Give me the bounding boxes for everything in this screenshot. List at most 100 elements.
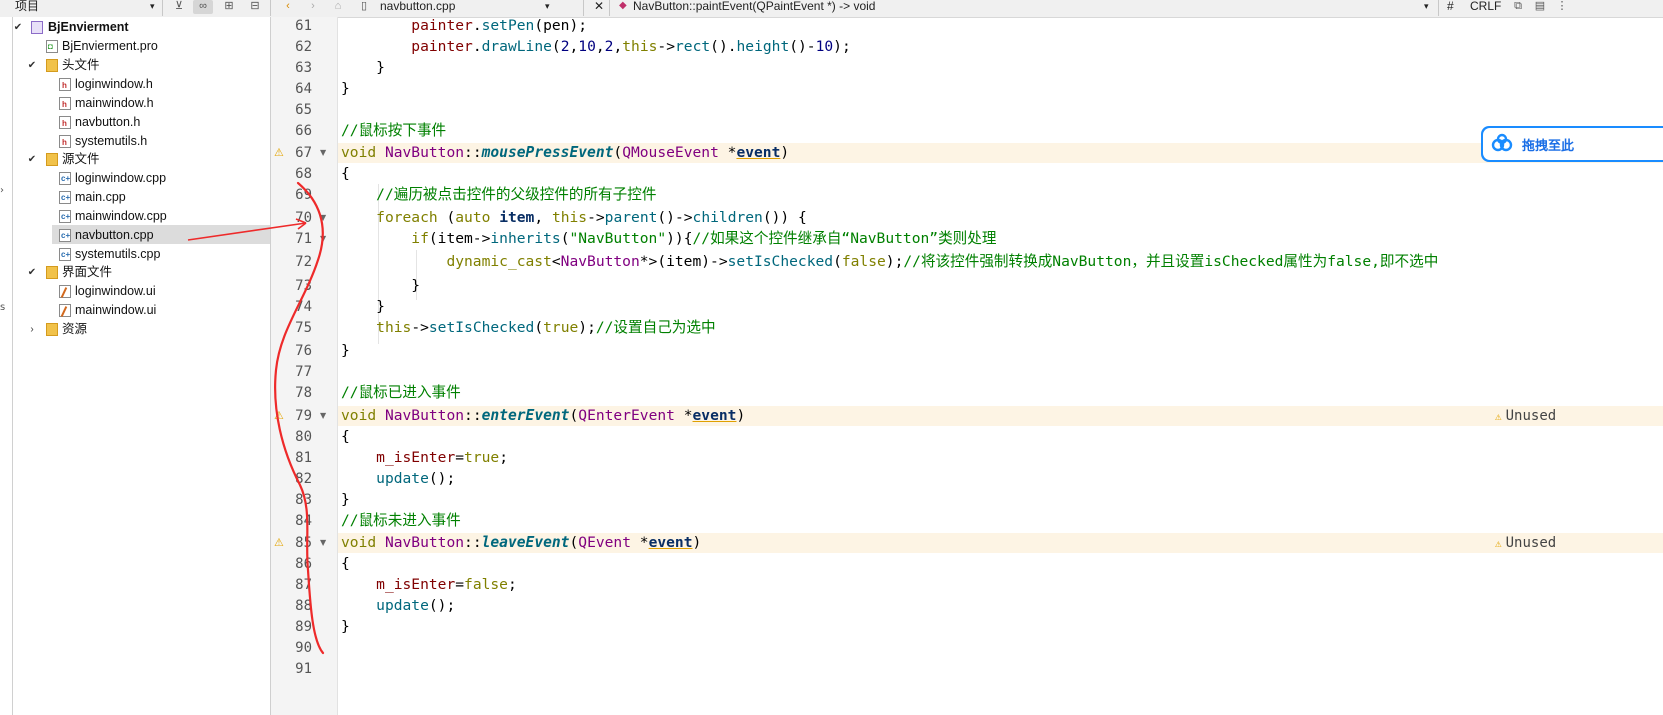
filter-icon[interactable]: ⊻	[171, 0, 187, 14]
project-view-label[interactable]: 项目	[15, 0, 39, 15]
code-token: ->	[411, 319, 429, 336]
fold-marker-icon[interactable]: ▼	[320, 406, 326, 426]
fold-marker-icon[interactable]: ▼	[320, 208, 326, 228]
fold-marker-icon[interactable]: ▼	[320, 533, 326, 553]
code-token: }	[376, 59, 385, 76]
tree-item-label: mainwindow.h	[75, 96, 154, 110]
link-with-editor-icon[interactable]: ∞	[193, 0, 213, 14]
header-file-icon: h	[59, 78, 71, 91]
code-comment: //如果这个控件继承自“NavButton”类则处理	[692, 230, 997, 247]
code-line-73[interactable]: }	[341, 276, 420, 296]
unused-warning[interactable]: ⚠ Unused	[1495, 533, 1556, 553]
code-token: )	[692, 534, 702, 551]
expand-arrow-icon[interactable]: ✔	[26, 150, 38, 169]
code-token: void	[341, 144, 377, 161]
code-token: (	[534, 319, 544, 336]
code-line-78[interactable]: //鼠标已进入事件	[341, 383, 461, 403]
code-line-81[interactable]: m_isEnter=true;	[341, 448, 508, 468]
header-file-icon: h	[59, 116, 71, 129]
close-sidebar-icon[interactable]: ⊟	[247, 0, 263, 14]
open-file-tab[interactable]: navbutton.cpp	[380, 0, 455, 15]
code-line-69[interactable]: //遍历被点击控件的父级控件的所有子控件	[341, 185, 656, 205]
code-token: parent	[604, 209, 658, 226]
close-file-icon[interactable]: ✕	[594, 0, 604, 15]
code-token: ::	[464, 534, 482, 551]
code-line-84[interactable]: //鼠标未进入事件	[341, 511, 461, 531]
code-line-88[interactable]: update();	[341, 596, 455, 616]
fold-marker-icon[interactable]: ▼	[320, 143, 326, 163]
line-ending-selector[interactable]: CRLF	[1470, 0, 1501, 15]
tree-item-label: navbutton.cpp	[75, 228, 154, 242]
code-token: {	[341, 555, 350, 572]
code-line-62[interactable]: painter.drawLine(2,10,2,this->rect().hei…	[341, 37, 851, 57]
code-line-89[interactable]: }	[341, 617, 350, 637]
unused-warning-label: Unused	[1505, 408, 1557, 424]
more-icon[interactable]: ⋮	[1554, 0, 1570, 14]
warning-icon[interactable]: ⚠	[274, 406, 284, 426]
code-token: ()) {	[762, 209, 807, 226]
code-line-85[interactable]: void NavButton::leaveEvent(QEvent *event…	[341, 533, 701, 553]
drag-drop-float-button[interactable]: 拖拽至此	[1481, 126, 1663, 162]
project-view-dropdown-icon[interactable]: ▾	[150, 0, 155, 15]
code-token: );	[833, 38, 851, 55]
collapse-arrow-icon[interactable]: ›	[26, 320, 38, 339]
code-token: (	[569, 534, 579, 551]
code-line-67[interactable]: void NavButton::mousePressEvent(QMouseEv…	[341, 143, 789, 163]
code-token: void	[341, 534, 377, 551]
code-line-86[interactable]: {	[341, 554, 350, 574]
split-vertical-icon[interactable]: ▤	[1532, 0, 1548, 14]
code-line-82[interactable]: update();	[341, 469, 455, 489]
code-line-75[interactable]: this->setIsChecked(true);//设置自己为选中	[341, 318, 715, 338]
code-line-71[interactable]: if(item->inherits("NavButton")){//如果这个控件…	[341, 229, 996, 249]
code-token: }	[411, 277, 421, 294]
code-line-72[interactable]: dynamic_cast<NavButton*>(item)->setIsChe…	[341, 252, 1438, 272]
code-line-64[interactable]: }	[341, 79, 350, 99]
float-button-label: 拖拽至此	[1522, 138, 1575, 153]
tree-item-label: systemutils.h	[75, 134, 148, 148]
back-icon[interactable]: ‹	[280, 0, 296, 14]
symbol-dropdown-icon[interactable]: ▾	[1424, 0, 1429, 15]
code-line-83[interactable]: }	[341, 490, 350, 510]
code-line-70[interactable]: foreach (auto item, this->parent()->chil…	[341, 208, 807, 228]
current-symbol[interactable]: NavButton::paintEvent(QPaintEvent *) -> …	[633, 0, 875, 15]
code-line-79[interactable]: void NavButton::enterEvent(QEnterEvent *…	[341, 406, 745, 426]
top-toolbar: 项目 ▾ ⊻ ∞ ⊞ ⊟ ‹ › ⌂ ▯ navbutton.cpp ▾ ✕ ◆…	[0, 0, 1663, 18]
line-number: 73	[295, 278, 312, 294]
code-token: setIsChecked	[727, 253, 834, 270]
warning-icon[interactable]: ⚠	[274, 533, 284, 553]
code-line-80[interactable]: {	[341, 427, 350, 447]
code-token: =	[455, 576, 465, 593]
code-line-63[interactable]: }	[341, 58, 385, 78]
fold-marker-icon[interactable]: ▼	[320, 229, 326, 249]
line-number: 63	[295, 60, 312, 76]
code-token: ()->	[657, 209, 693, 226]
expand-arrow-icon[interactable]: ✔	[26, 263, 38, 282]
expand-arrow-icon[interactable]: ✔	[26, 56, 38, 75]
code-line-74[interactable]: }	[341, 297, 385, 317]
line-number: 86	[295, 556, 312, 572]
code-token: leaveEvent	[481, 534, 570, 551]
forward-icon[interactable]: ›	[305, 0, 321, 14]
code-line-61[interactable]: painter.setPen(pen);	[341, 16, 587, 36]
code-line-66[interactable]: //鼠标按下事件	[341, 121, 446, 141]
lock-icon: ⌂	[334, 0, 342, 12]
split-editor-icon[interactable]: ⧉	[1510, 0, 1526, 14]
code-token: NavButton	[384, 144, 465, 161]
folder-icon	[46, 266, 58, 279]
warning-icon[interactable]: ⚠	[274, 143, 284, 163]
hash-button[interactable]: #	[1447, 0, 1454, 15]
code-token: *	[674, 407, 693, 424]
code-line-87[interactable]: m_isEnter=false;	[341, 575, 517, 595]
code-token: ->	[587, 209, 605, 226]
unused-warning[interactable]: ⚠ Unused	[1495, 406, 1556, 426]
code-token: true	[464, 449, 500, 466]
code-token: if	[411, 230, 429, 247]
code-token: m_isEnter	[376, 449, 456, 466]
file-dropdown-icon[interactable]: ▾	[545, 0, 550, 15]
split-icon[interactable]: ⊞	[221, 0, 237, 14]
code-token: item	[499, 209, 535, 226]
code-line-76[interactable]: }	[341, 341, 350, 361]
expand-arrow-icon[interactable]: ✔	[12, 18, 24, 37]
code-line-68[interactable]: {	[341, 164, 350, 184]
cpp-file-icon: c+	[59, 191, 71, 204]
